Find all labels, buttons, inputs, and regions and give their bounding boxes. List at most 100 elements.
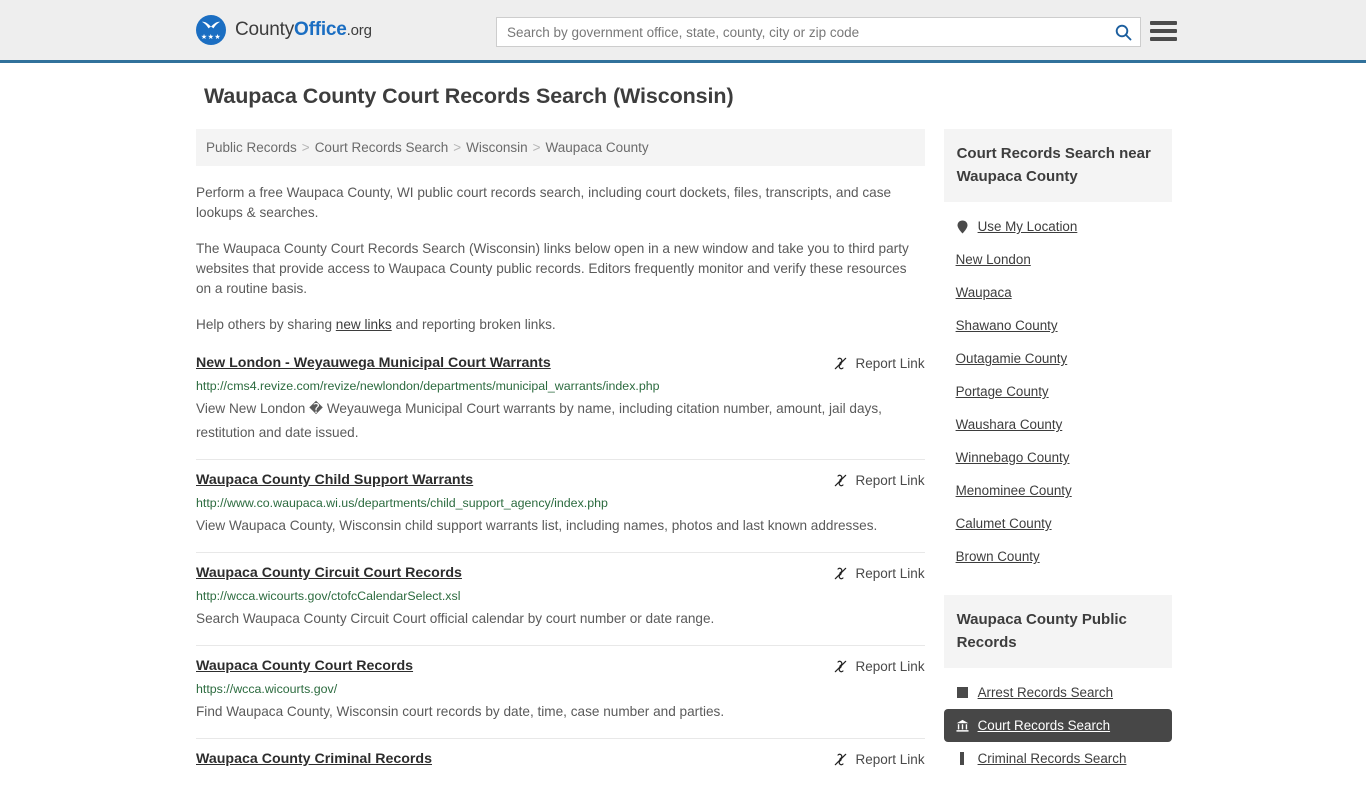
- hamburger-menu-icon[interactable]: [1150, 19, 1177, 43]
- breadcrumb-separator: >: [301, 140, 310, 155]
- sidebar-item-shawano-county[interactable]: Shawano County: [944, 309, 1172, 342]
- sidebar-item-label: Waupaca: [955, 285, 1012, 300]
- result-description: Find Waupaca County, Wisconsin court rec…: [196, 704, 725, 719]
- result-title-link[interactable]: Waupaca County Criminal Records: [196, 751, 432, 767]
- sidebar-item-outagamie-county[interactable]: Outagamie County: [944, 342, 1172, 375]
- map-pin-glyph: [957, 220, 968, 233]
- sidebar-item-arrest-records-search[interactable]: Arrest Records Search: [944, 676, 1172, 709]
- search-input[interactable]: [497, 19, 1106, 45]
- result-item: Waupaca County Court Records Report Link: [196, 645, 925, 738]
- result-title-link[interactable]: New London - Weyauwega Municipal Court W…: [196, 355, 551, 371]
- breadcrumb-item-wisconsin[interactable]: Wisconsin: [466, 140, 528, 155]
- courthouse-icon: [956, 719, 969, 733]
- nearby-search-box: Court Records Search near Waupaca County…: [943, 129, 1172, 573]
- intro-paragraph-1: Perform a free Waupaca County, WI public…: [196, 185, 892, 220]
- report-link-button[interactable]: Report Link: [833, 659, 925, 674]
- sidebar-item-criminal-records-search[interactable]: Criminal Records Search: [944, 742, 1172, 775]
- breadcrumb-item-public-records[interactable]: Public Records: [206, 140, 297, 155]
- brand-text-office: Office: [294, 19, 347, 40]
- broken-link-icon: [834, 357, 846, 370]
- public-records-list: Arrest Records Search Court Records Sear…: [943, 668, 1172, 775]
- sidebar-item-label: Court Records Search: [977, 718, 1111, 733]
- breadcrumb-separator: >: [532, 140, 541, 155]
- hamburger-bar: [1150, 21, 1177, 25]
- sidebar-item-label: Calumet County: [955, 516, 1052, 531]
- sidebar-item-label: Portage County: [955, 384, 1049, 399]
- result-description: View Waupaca County, Wisconsin child sup…: [196, 518, 878, 533]
- square-glyph: [956, 687, 968, 698]
- result-title-link[interactable]: Waupaca County Circuit Court Records: [196, 565, 462, 581]
- breadcrumb-item-court-records-search[interactable]: Court Records Search: [315, 140, 449, 155]
- nearby-search-list: Use My Location New London Waupaca Shawa…: [944, 202, 1172, 573]
- result-description: View New London � Weyauwega Municipal Co…: [196, 401, 882, 440]
- result-description: Search Waupaca County Circuit Court offi…: [196, 611, 715, 626]
- sidebar: Court Records Search near Waupaca County…: [943, 129, 1172, 797]
- sidebar-item-label: Use My Location: [977, 219, 1078, 234]
- main-column: Public Records > Court Records Search > Wisc…: [196, 129, 925, 781]
- report-link-button[interactable]: Report Link: [833, 356, 925, 371]
- square-icon: [956, 686, 969, 700]
- new-links-link[interactable]: new links: [336, 317, 392, 332]
- brand-text-org: .org: [346, 22, 372, 39]
- sidebar-item-label: Outagamie County: [955, 351, 1068, 366]
- report-link-button[interactable]: Report Link: [833, 566, 925, 581]
- sidebar-item-label: Waushara County: [955, 417, 1063, 432]
- broken-link-icon: [834, 474, 846, 487]
- sidebar-item-label: Brown County: [955, 549, 1040, 564]
- content-container: Waupaca County Court Records Search (Wis…: [192, 84, 1172, 797]
- sidebar-item-waupaca[interactable]: Waupaca: [944, 276, 1172, 309]
- result-url-link[interactable]: http://www.co.waupaca.wi.us/departments/…: [196, 496, 925, 510]
- bar-icon: [956, 752, 969, 766]
- brand-wordmark: CountyOffice.org: [235, 19, 372, 41]
- sidebar-item-use-my-location[interactable]: Use My Location: [944, 210, 1172, 243]
- search-button[interactable]: [1106, 18, 1140, 46]
- result-header: Waupaca County Circuit Court Records Rep…: [196, 565, 925, 581]
- sidebar-item-court-records-search[interactable]: Court Records Search: [943, 709, 1172, 742]
- broken-link-icon: [834, 753, 846, 766]
- hamburger-bar: [1150, 37, 1177, 41]
- result-url-link[interactable]: https://wcca.wicourts.gov/: [196, 682, 925, 696]
- brand-text-county: County: [235, 19, 295, 40]
- breadcrumb-item-waupaca-county[interactable]: Waupaca County: [546, 140, 649, 155]
- page-body: Waupaca County Court Records Search (Wis…: [0, 63, 1366, 797]
- logo-stars: ★★★: [200, 34, 222, 41]
- sidebar-item-brown-county[interactable]: Brown County: [944, 540, 1172, 573]
- result-title-link[interactable]: Waupaca County Court Records: [196, 658, 413, 674]
- sidebar-item-new-london[interactable]: New London: [944, 243, 1172, 276]
- sidebar-item-menominee-county[interactable]: Menominee County: [944, 474, 1172, 507]
- intro-text: Perform a free Waupaca County, WI public…: [196, 183, 925, 335]
- sidebar-item-label: Menominee County: [955, 483, 1072, 498]
- intro-paragraph-2: The Waupaca County Court Records Search …: [196, 241, 909, 296]
- report-link-button[interactable]: Report Link: [833, 473, 925, 488]
- site-header: ★★★ CountyOffice.org: [0, 0, 1366, 63]
- eagle-seal-logo-icon: ★★★: [196, 15, 226, 45]
- result-item: Waupaca County Criminal Records Report L…: [196, 738, 925, 781]
- result-url-link[interactable]: http://wcca.wicourts.gov/ctofcCalendarSe…: [196, 589, 925, 603]
- hamburger-bar: [1150, 29, 1177, 33]
- breadcrumb: Public Records > Court Records Search > Wisc…: [196, 129, 925, 166]
- sidebar-item-label: Shawano County: [955, 318, 1058, 333]
- result-url-link[interactable]: http://cms4.revize.com/revize/newlondon/…: [196, 379, 925, 393]
- results-list: New London - Weyauwega Municipal Court W…: [196, 351, 925, 781]
- report-link-button[interactable]: Report Link: [833, 752, 925, 767]
- nearby-search-heading: Court Records Search near Waupaca County: [943, 129, 1172, 202]
- sidebar-item-label: New London: [955, 252, 1031, 267]
- intro-p3-before: Help others by sharing: [196, 317, 336, 332]
- report-link-label: Report Link: [855, 473, 925, 488]
- public-records-box: Waupaca County Public Records Arrest Rec…: [943, 595, 1172, 775]
- sidebar-item-winnebago-county[interactable]: Winnebago County: [944, 441, 1172, 474]
- site-logo[interactable]: ★★★ CountyOffice.org: [196, 15, 372, 45]
- report-link-label: Report Link: [855, 566, 925, 581]
- breadcrumb-separator: >: [453, 140, 462, 155]
- result-title-link[interactable]: Waupaca County Child Support Warrants: [196, 472, 473, 488]
- courthouse-glyph: [956, 719, 969, 732]
- result-header: Waupaca County Criminal Records Report L…: [196, 751, 925, 767]
- search-bar: [496, 17, 1141, 47]
- result-header: New London - Weyauwega Municipal Court W…: [196, 355, 925, 371]
- eagle-wing-icon: [202, 21, 220, 29]
- sidebar-item-waushara-county[interactable]: Waushara County: [944, 408, 1172, 441]
- sidebar-item-calumet-county[interactable]: Calumet County: [944, 507, 1172, 540]
- public-records-heading: Waupaca County Public Records: [943, 595, 1172, 668]
- sidebar-item-portage-county[interactable]: Portage County: [944, 375, 1172, 408]
- result-item: New London - Weyauwega Municipal Court W…: [196, 351, 925, 459]
